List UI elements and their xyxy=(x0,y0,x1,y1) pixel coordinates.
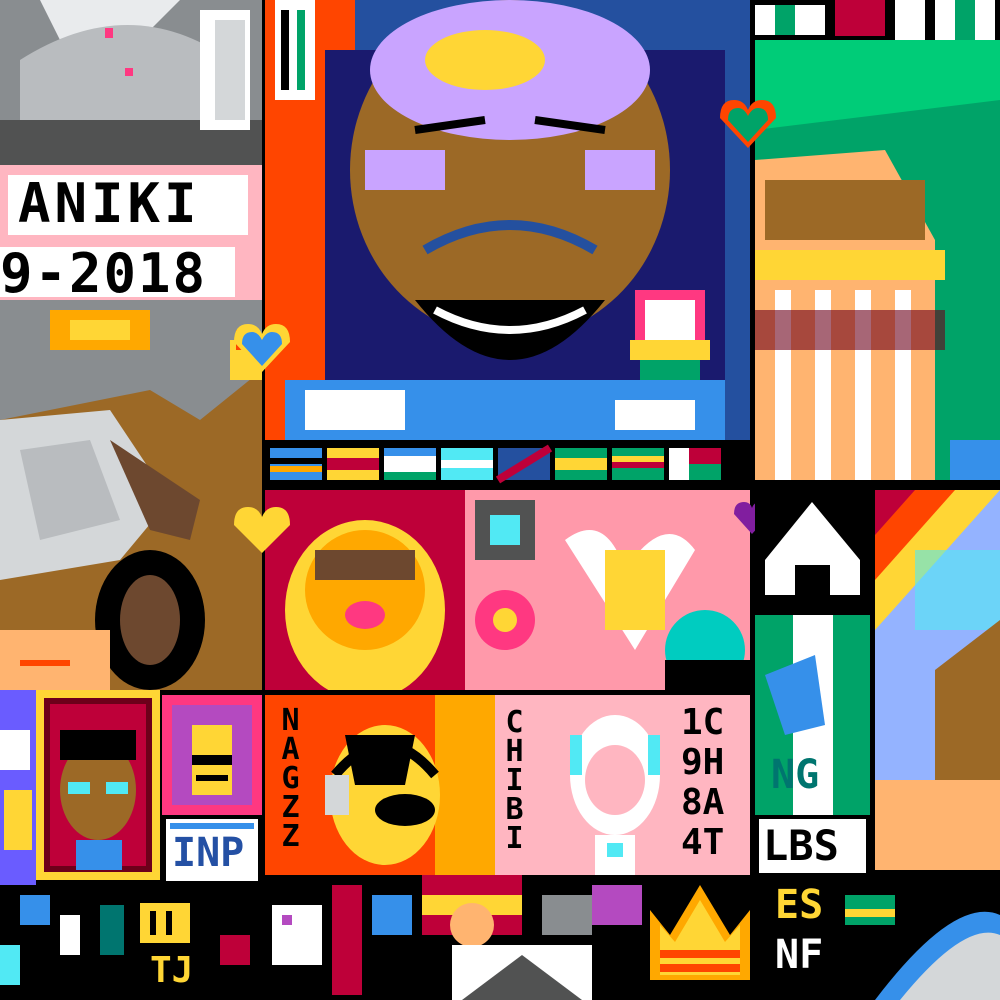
aniki-years-label: 9-2018 xyxy=(0,242,208,301)
nagzz-tile: NAGZZ xyxy=(265,695,495,875)
small-character-left xyxy=(0,690,36,890)
onigiri-tile xyxy=(755,490,870,610)
ng-label: NG xyxy=(771,752,820,798)
owl-creature-drawing xyxy=(0,300,262,690)
temple-building-art xyxy=(755,40,1000,480)
aniki-memorial-banner: ANIKI 9-2018 xyxy=(0,165,262,300)
yellow-heart-icon xyxy=(232,505,292,555)
lbs-badge: LBS xyxy=(755,815,870,877)
owl-creature-art xyxy=(0,300,262,690)
inp-badge: INP xyxy=(162,815,262,885)
flags-strip-drawing xyxy=(270,444,721,484)
gray-creature-art xyxy=(0,0,262,165)
mandela-portrait-drawing xyxy=(265,0,750,440)
es-label: ES xyxy=(775,882,824,928)
protea-flower-icon xyxy=(630,290,710,380)
top-right-flags xyxy=(755,0,1000,40)
nagzz-label: NAGZZ xyxy=(273,703,308,848)
chibi-label: CHIBI xyxy=(497,705,532,850)
lbs-label: LBS xyxy=(763,821,839,870)
crown-icon xyxy=(645,880,755,995)
bottom-right-strip: ES NF xyxy=(755,875,1000,1000)
anime-characters-art xyxy=(265,490,750,690)
tj-label: TJ xyxy=(150,950,194,991)
bottom-left-strip: TJ xyxy=(0,885,262,1000)
small-heart-icon xyxy=(232,322,292,374)
nf-label: NF xyxy=(775,932,824,978)
inp-label: INP xyxy=(172,830,245,876)
aniki-name-label: ANIKI xyxy=(18,172,201,235)
portrait-card xyxy=(36,690,160,880)
temple-building-drawing xyxy=(755,40,1000,480)
glitch-character-tile xyxy=(162,695,262,815)
flags-strip xyxy=(265,440,750,488)
mandela-portrait-art xyxy=(265,0,750,440)
gray-creature-drawing xyxy=(0,0,262,165)
chibi-tile: CHIBI 1C9H8A4T xyxy=(495,695,750,875)
code-label: 1C9H8A4T xyxy=(681,702,725,863)
rainbow-heart-icon xyxy=(718,98,778,150)
rainbow-sky-tile xyxy=(875,490,1000,870)
anime-characters-drawing xyxy=(265,490,750,690)
ng-flag-tile: NG xyxy=(755,615,870,815)
portrait-card-drawing xyxy=(44,698,152,872)
